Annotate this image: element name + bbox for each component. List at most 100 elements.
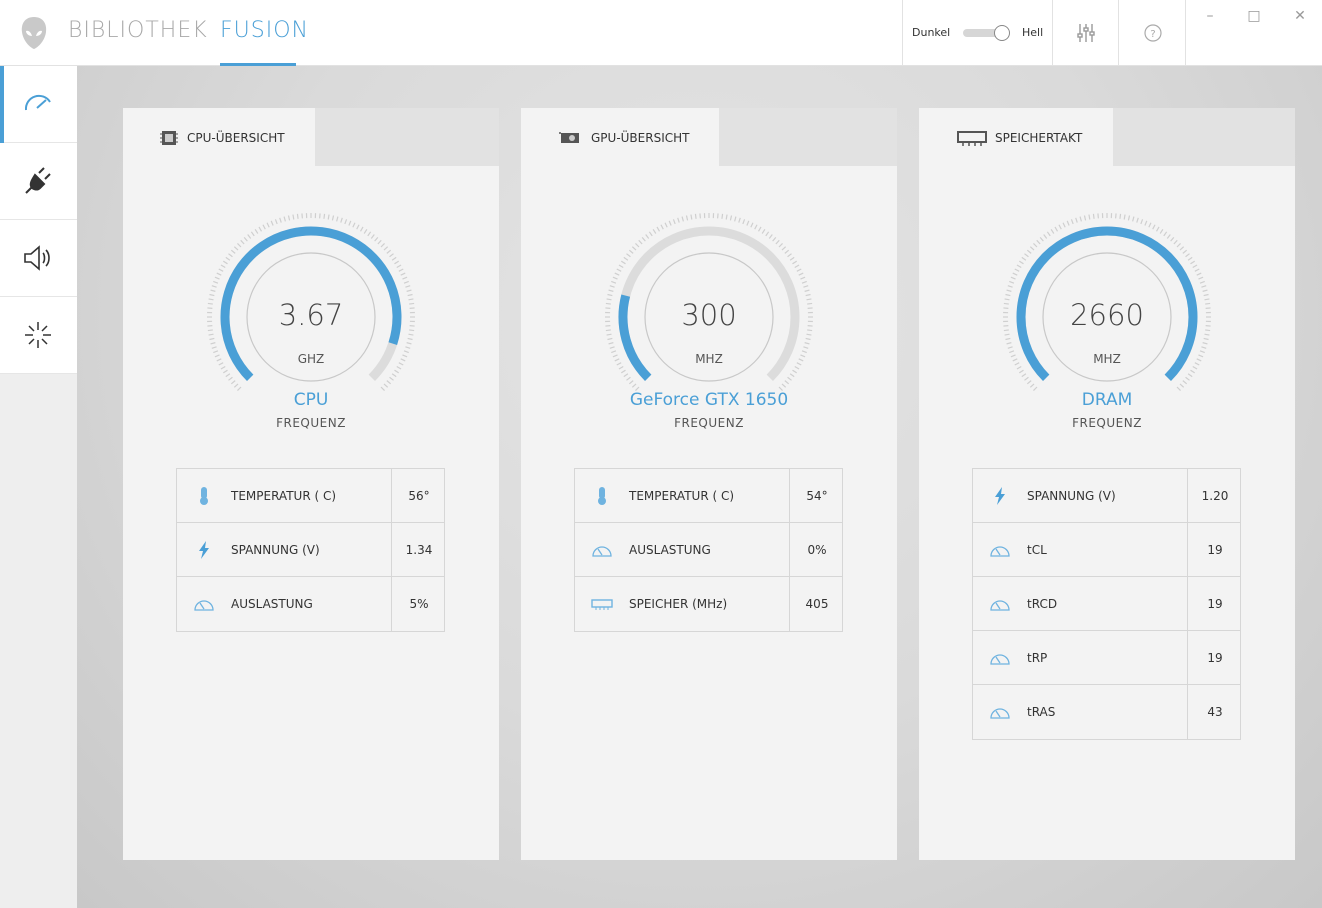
help-icon[interactable]: ? (1142, 22, 1164, 44)
memory-module-icon (591, 599, 613, 610)
lighting-icon (25, 322, 51, 348)
theme-dark-label: Dunkel (912, 26, 951, 39)
gauge-device-name: GeForce GTX 1650 (629, 390, 789, 410)
gauge-device-name: CPU (293, 390, 329, 410)
settings-sliders-icon[interactable] (1075, 22, 1097, 44)
table-row: TEMPERATUR ( C) 54° (575, 469, 842, 523)
close-button[interactable]: ✕ (1290, 6, 1310, 26)
gauge-subtitle: FREQUENZ (674, 416, 744, 430)
sidebar-item-sound[interactable] (0, 220, 77, 297)
sidebar-item-power[interactable] (0, 143, 77, 220)
stats-table: SPANNUNG (V) 1.20 tCL 19 tRCD 19 tRP 19 tRAS 43 (972, 468, 1241, 740)
gauge-unit: GHZ (297, 352, 325, 366)
panel-tabbar: CPU-ÜBERSICHT (123, 108, 499, 166)
speedometer-icon (194, 600, 214, 611)
stat-value: 19 (1207, 651, 1223, 665)
stat-label: TEMPERATUR ( C) (231, 489, 337, 503)
table-row: AUSLASTUNG 5% (177, 577, 444, 631)
stat-value: 54° (806, 489, 828, 503)
stat-label: AUSLASTUNG (231, 597, 313, 611)
stat-value: 56° (408, 489, 430, 503)
panel-tabbar: SPEICHERTAKT (919, 108, 1295, 166)
main-content: CPU-ÜBERSICHT 3.67 GHZ CPU FREQUENZ TEMP… (77, 66, 1322, 908)
header-divider (902, 0, 903, 66)
speedometer-icon (990, 654, 1010, 665)
table-row: SPEICHER (MHz) 405 (575, 577, 842, 631)
stat-value: 405 (805, 597, 829, 611)
stat-label: AUSLASTUNG (629, 543, 711, 557)
stat-value: 19 (1207, 597, 1223, 611)
stat-value: 19 (1207, 543, 1223, 557)
stat-label: tCL (1027, 543, 1047, 557)
theme-toggle[interactable] (963, 25, 1010, 41)
gauge-value: 2660 (1070, 298, 1144, 332)
speaker-icon (24, 245, 50, 271)
stat-label: tRCD (1027, 597, 1058, 611)
gpu-overview-panel: GPU-ÜBERSICHT 300 MHZ GeForce GTX 1650 F… (521, 108, 897, 860)
sidebar (0, 66, 77, 908)
performance-gauge-icon (24, 94, 51, 111)
table-row: tRCD 19 (973, 577, 1240, 631)
gauge-unit: MHZ (1093, 352, 1121, 366)
app-header: BIBLIOTHEK FUSION Dunkel Hell ? – □ ✕ (0, 0, 1322, 66)
table-row: SPANNUNG (V) 1.34 (177, 523, 444, 577)
tab-fusion[interactable]: FUSION (220, 18, 309, 43)
stat-label: TEMPERATUR ( C) (629, 489, 735, 503)
lightning-icon (995, 487, 1005, 505)
theme-light-label: Hell (1022, 26, 1044, 39)
tab-gpu-overview[interactable]: GPU-ÜBERSICHT (521, 108, 719, 166)
tab-bibliothek[interactable]: BIBLIOTHEK (68, 18, 208, 43)
speedometer-icon (592, 546, 612, 557)
header-divider (1118, 0, 1119, 66)
stat-label: SPEICHER (MHz) (629, 597, 728, 611)
stats-table: TEMPERATUR ( C) 56° SPANNUNG (V) 1.34 AUSLAS… (176, 468, 445, 632)
sidebar-item-lighting[interactable] (0, 297, 77, 374)
stat-value: 0% (807, 543, 827, 557)
panel-tabbar: GPU-ÜBERSICHT (521, 108, 897, 166)
cpu-overview-panel: CPU-ÜBERSICHT 3.67 GHZ CPU FREQUENZ TEMP… (123, 108, 499, 860)
gauge-value: 3.67 (278, 298, 344, 332)
lightning-icon (199, 541, 209, 559)
header-divider (1052, 0, 1053, 66)
stat-value: 43 (1207, 705, 1223, 719)
table-row: AUSLASTUNG 0% (575, 523, 842, 577)
table-row: tCL 19 (973, 523, 1240, 577)
speedometer-icon (990, 708, 1010, 719)
stat-label: SPANNUNG (V) (1027, 489, 1116, 503)
minimize-button[interactable]: – (1200, 6, 1220, 26)
memory-module-icon (957, 131, 987, 146)
header-divider (1185, 0, 1186, 66)
cpu-chip-icon (160, 131, 178, 145)
stat-value: 5% (409, 597, 429, 611)
stat-label: tRP (1027, 651, 1048, 665)
gauge-subtitle: FREQUENZ (276, 416, 346, 430)
gauge-device-name: DRAM (1081, 390, 1133, 410)
toggle-knob[interactable] (994, 25, 1010, 41)
stat-label: SPANNUNG (V) (231, 543, 320, 557)
graphics-card-icon (559, 132, 579, 143)
stat-value: 1.34 (405, 543, 433, 557)
stat-label: tRAS (1027, 705, 1056, 719)
maximize-button[interactable]: □ (1244, 6, 1264, 26)
stat-value: 1.20 (1201, 489, 1229, 503)
gauge-subtitle: FREQUENZ (1072, 416, 1142, 430)
table-row: tRP 19 (973, 631, 1240, 685)
speedometer-icon (990, 600, 1010, 611)
thermometer-icon (200, 487, 208, 505)
table-row: TEMPERATUR ( C) 56° (177, 469, 444, 523)
thermometer-icon (598, 487, 606, 505)
gauge-value: 300 (681, 298, 737, 332)
table-row: SPANNUNG (V) 1.20 (973, 469, 1240, 523)
tab-label: GPU-ÜBERSICHT (591, 131, 690, 145)
table-row: tRAS 43 (973, 685, 1240, 739)
gauge-unit: MHZ (695, 352, 723, 366)
memory-clock-panel: SPEICHERTAKT 2660 MHZ DRAM FREQUENZ SPAN… (919, 108, 1295, 860)
tab-memory-clock[interactable]: SPEICHERTAKT (919, 108, 1113, 166)
alien-logo-icon (21, 17, 47, 49)
tab-cpu-overview[interactable]: CPU-ÜBERSICHT (123, 108, 315, 166)
tab-label: SPEICHERTAKT (995, 131, 1083, 145)
stats-table: TEMPERATUR ( C) 54° AUSLASTUNG 0% SPEICHER (… (574, 468, 843, 632)
power-plug-icon (25, 167, 51, 194)
tab-label: CPU-ÜBERSICHT (187, 131, 285, 145)
sidebar-item-performance[interactable] (0, 66, 77, 143)
